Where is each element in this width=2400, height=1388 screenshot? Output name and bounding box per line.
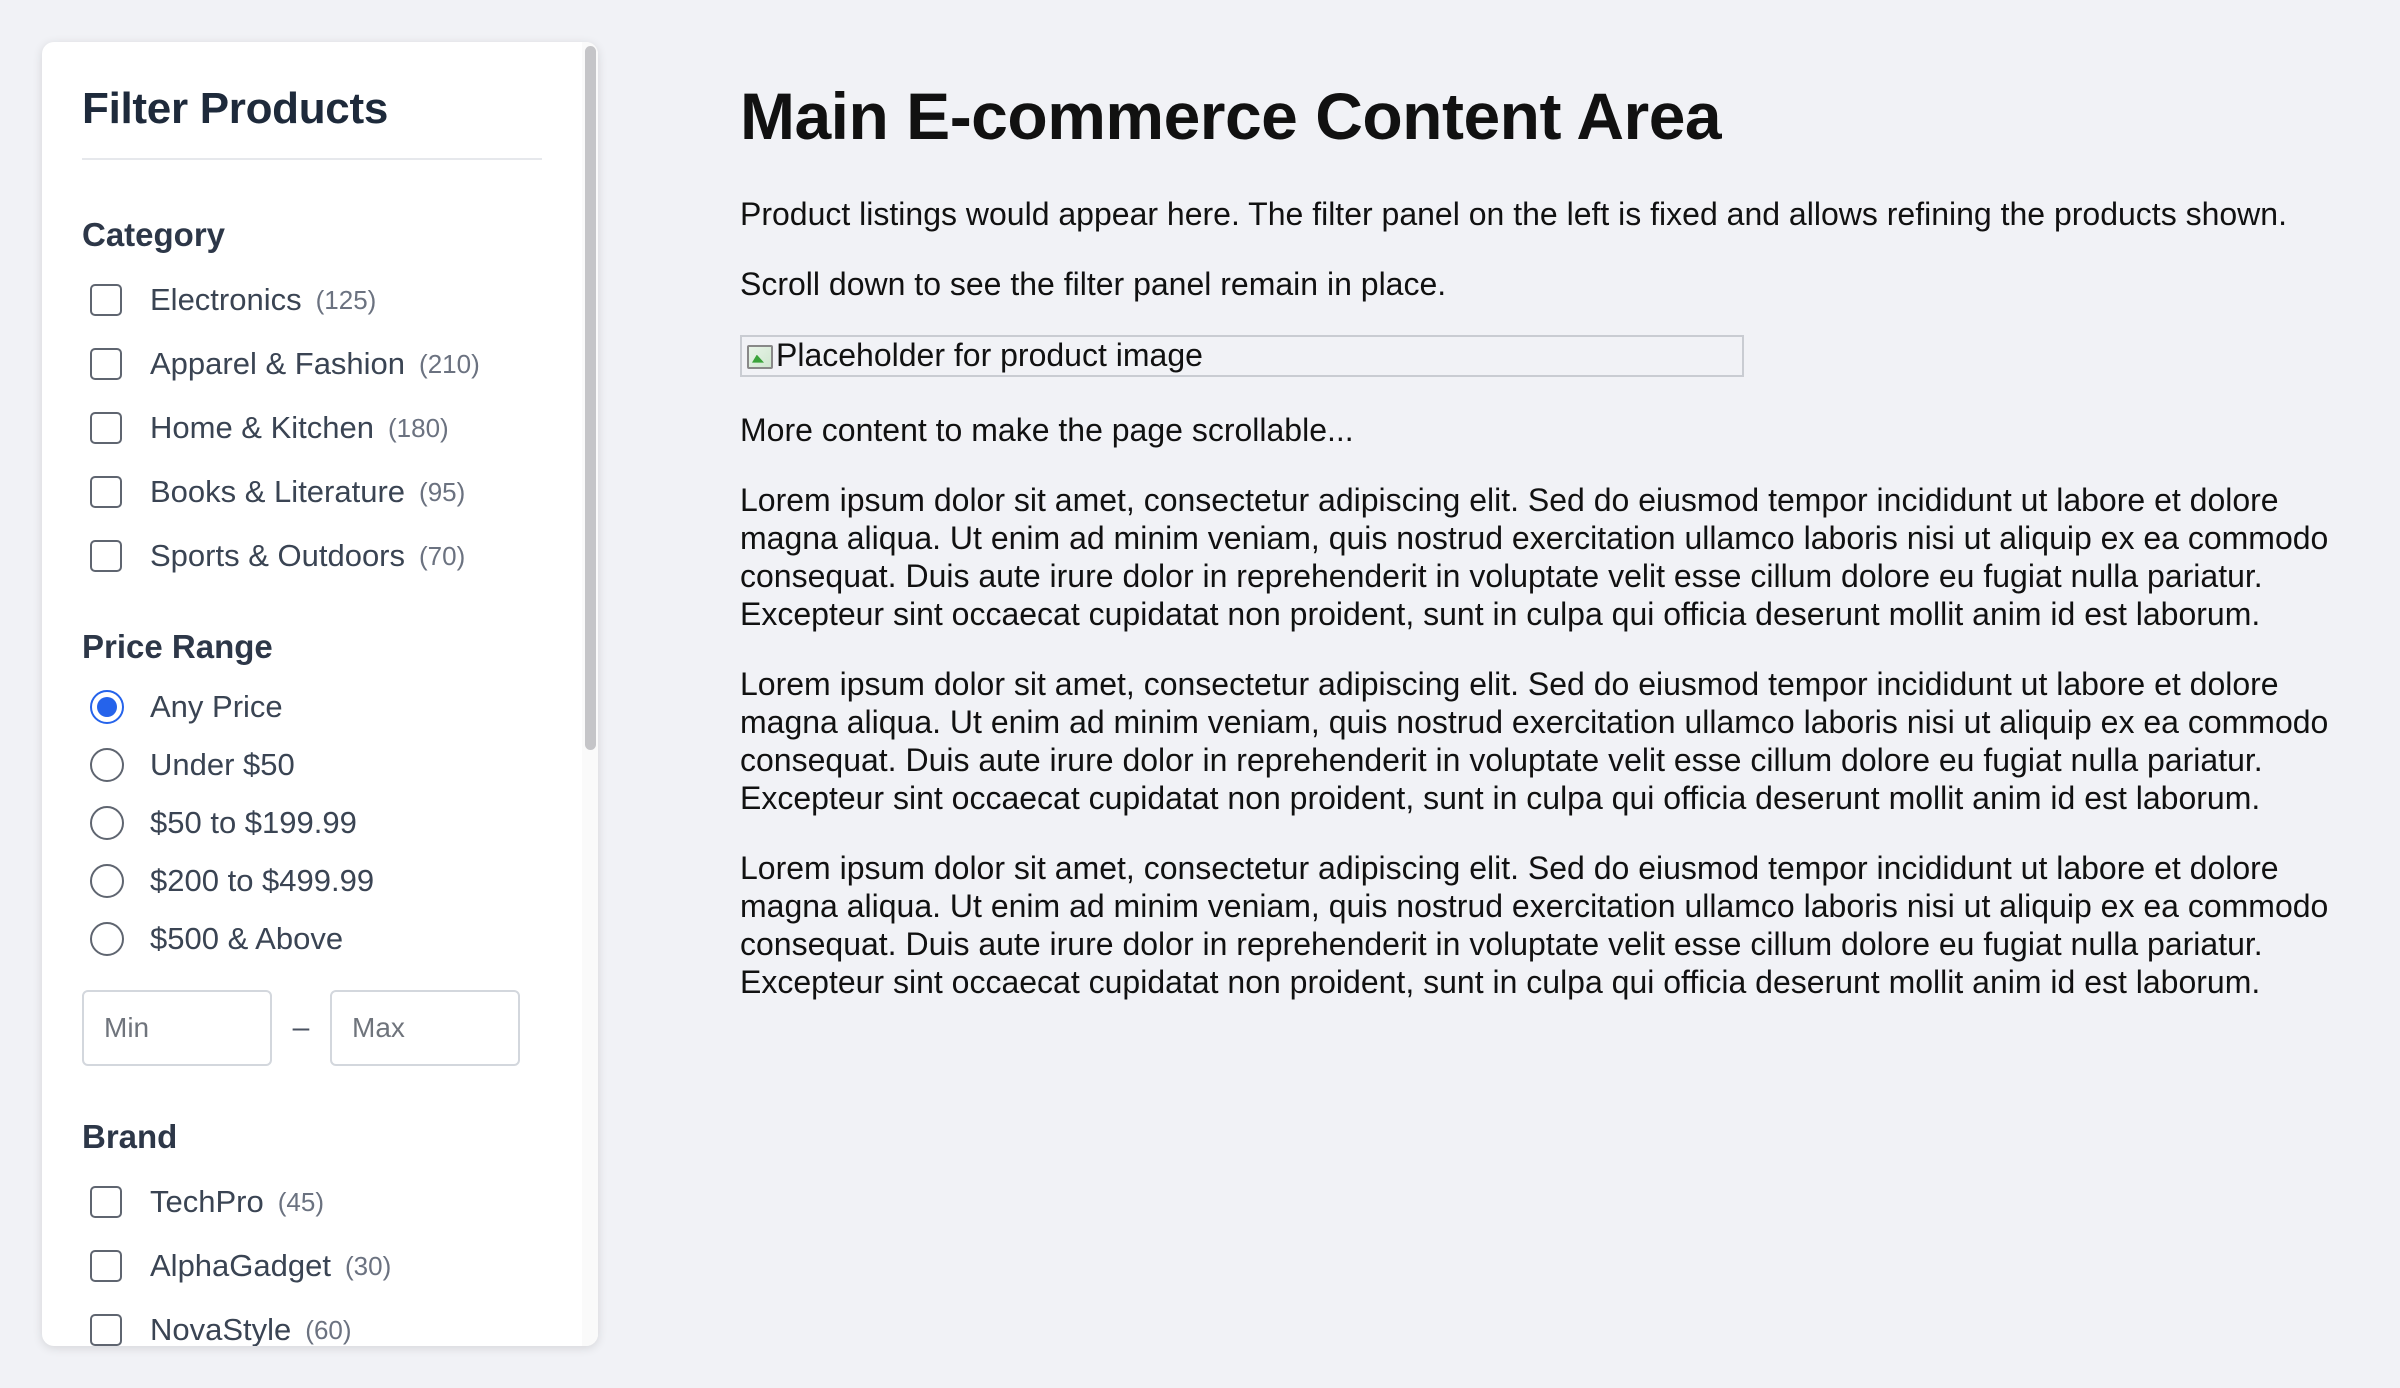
range-separator: – <box>292 1011 310 1044</box>
filter-panel-content: Filter Products Category Electronics (12… <box>42 42 582 1346</box>
checkbox[interactable] <box>90 1250 122 1282</box>
price-label: $500 & Above <box>150 921 344 956</box>
radio-button-selected[interactable] <box>90 690 124 724</box>
category-heading: Category <box>82 216 226 253</box>
checkbox[interactable] <box>90 284 122 316</box>
price-label: $50 to $199.99 <box>150 805 357 840</box>
brand-count: (60) <box>305 1314 352 1345</box>
price-option-200-499[interactable]: $200 to $499.99 <box>82 852 542 910</box>
category-label: Home & Kitchen <box>150 410 374 445</box>
brand-label: AlphaGadget <box>150 1248 331 1283</box>
category-label: Apparel & Fashion <box>150 346 406 381</box>
price-label: Under $50 <box>150 747 295 782</box>
checkbox[interactable] <box>90 348 122 380</box>
intro-text: Product listings would appear here. The … <box>740 195 2287 232</box>
main-content: Main E-commerce Content Area Product lis… <box>740 80 2360 1033</box>
category-count: (210) <box>419 348 480 379</box>
category-label: Books & Literature <box>150 474 406 509</box>
radio-button[interactable] <box>90 748 124 782</box>
category-count: (180) <box>388 412 449 443</box>
lorem-paragraph: Lorem ipsum dolor sit amet, consectetur … <box>740 481 2329 632</box>
brand-label: TechPro <box>150 1184 264 1219</box>
category-option-home[interactable]: Home & Kitchen (180) <box>82 396 542 460</box>
checkbox[interactable] <box>90 540 122 572</box>
brand-heading: Brand <box>82 1118 178 1155</box>
sidebar-scrollbar[interactable] <box>582 42 598 1346</box>
scrollbar-thumb[interactable] <box>585 46 596 750</box>
broken-image-icon <box>744 341 774 371</box>
custom-price-range: – <box>82 990 542 1066</box>
brand-count: (30) <box>344 1250 392 1281</box>
brand-label: NovaStyle <box>150 1312 292 1346</box>
price-label: Any Price <box>150 689 283 724</box>
min-price-input[interactable] <box>82 990 272 1066</box>
category-count: (125) <box>315 284 377 315</box>
radio-button[interactable] <box>90 922 124 956</box>
brand-option-techpro[interactable]: TechPro (45) <box>82 1170 542 1234</box>
category-label: Sports & Outdoors <box>150 538 406 573</box>
checkbox[interactable] <box>90 1186 122 1218</box>
category-option-electronics[interactable]: Electronics (125) <box>82 268 542 332</box>
price-option-any[interactable]: Any Price <box>82 678 542 736</box>
lorem-paragraph: Lorem ipsum dolor sit amet, consectetur … <box>740 665 2329 816</box>
price-range-heading: Price Range <box>82 628 273 665</box>
filter-title: Filter Products <box>82 84 542 160</box>
category-list: Electronics (125) Apparel & Fashion (210… <box>82 268 542 588</box>
price-option-500-above[interactable]: $500 & Above <box>82 910 542 968</box>
brand-option-alphagadget[interactable]: AlphaGadget (30) <box>82 1234 542 1298</box>
category-option-sports[interactable]: Sports & Outdoors (70) <box>82 524 542 588</box>
max-price-input[interactable] <box>330 990 520 1066</box>
page-title: Main E-commerce Content Area <box>740 79 1722 153</box>
price-label: $200 to $499.99 <box>150 863 375 898</box>
price-range-list: Any Price Under $50 $50 to $199.99 $200 … <box>82 678 542 968</box>
brand-list: TechPro (45) AlphaGadget (30) NovaStyle … <box>82 1170 542 1346</box>
price-option-50-199[interactable]: $50 to $199.99 <box>82 794 542 852</box>
more-content-text: More content to make the page scrollable… <box>740 411 1354 448</box>
radio-button[interactable] <box>90 806 124 840</box>
price-option-under-50[interactable]: Under $50 <box>82 736 542 794</box>
radio-button[interactable] <box>90 864 124 898</box>
category-count: (95) <box>419 476 466 507</box>
scroll-note: Scroll down to see the filter panel rema… <box>740 265 1447 302</box>
checkbox[interactable] <box>90 412 122 444</box>
category-label: Electronics <box>150 282 302 317</box>
checkbox[interactable] <box>90 1314 122 1346</box>
category-option-books[interactable]: Books & Literature (95) <box>82 460 542 524</box>
category-option-apparel[interactable]: Apparel & Fashion (210) <box>82 332 542 396</box>
brand-count: (45) <box>277 1186 324 1217</box>
brand-option-novastyle[interactable]: NovaStyle (60) <box>82 1298 542 1346</box>
filter-sidebar: Filter Products Category Electronics (12… <box>42 42 598 1346</box>
lorem-paragraph: Lorem ipsum dolor sit amet, consectetur … <box>740 849 2329 1000</box>
checkbox[interactable] <box>90 476 122 508</box>
category-count: (70) <box>419 540 466 571</box>
image-alt-text: Placeholder for product image <box>776 337 1203 374</box>
product-image-placeholder: Placeholder for product image <box>740 334 1744 377</box>
